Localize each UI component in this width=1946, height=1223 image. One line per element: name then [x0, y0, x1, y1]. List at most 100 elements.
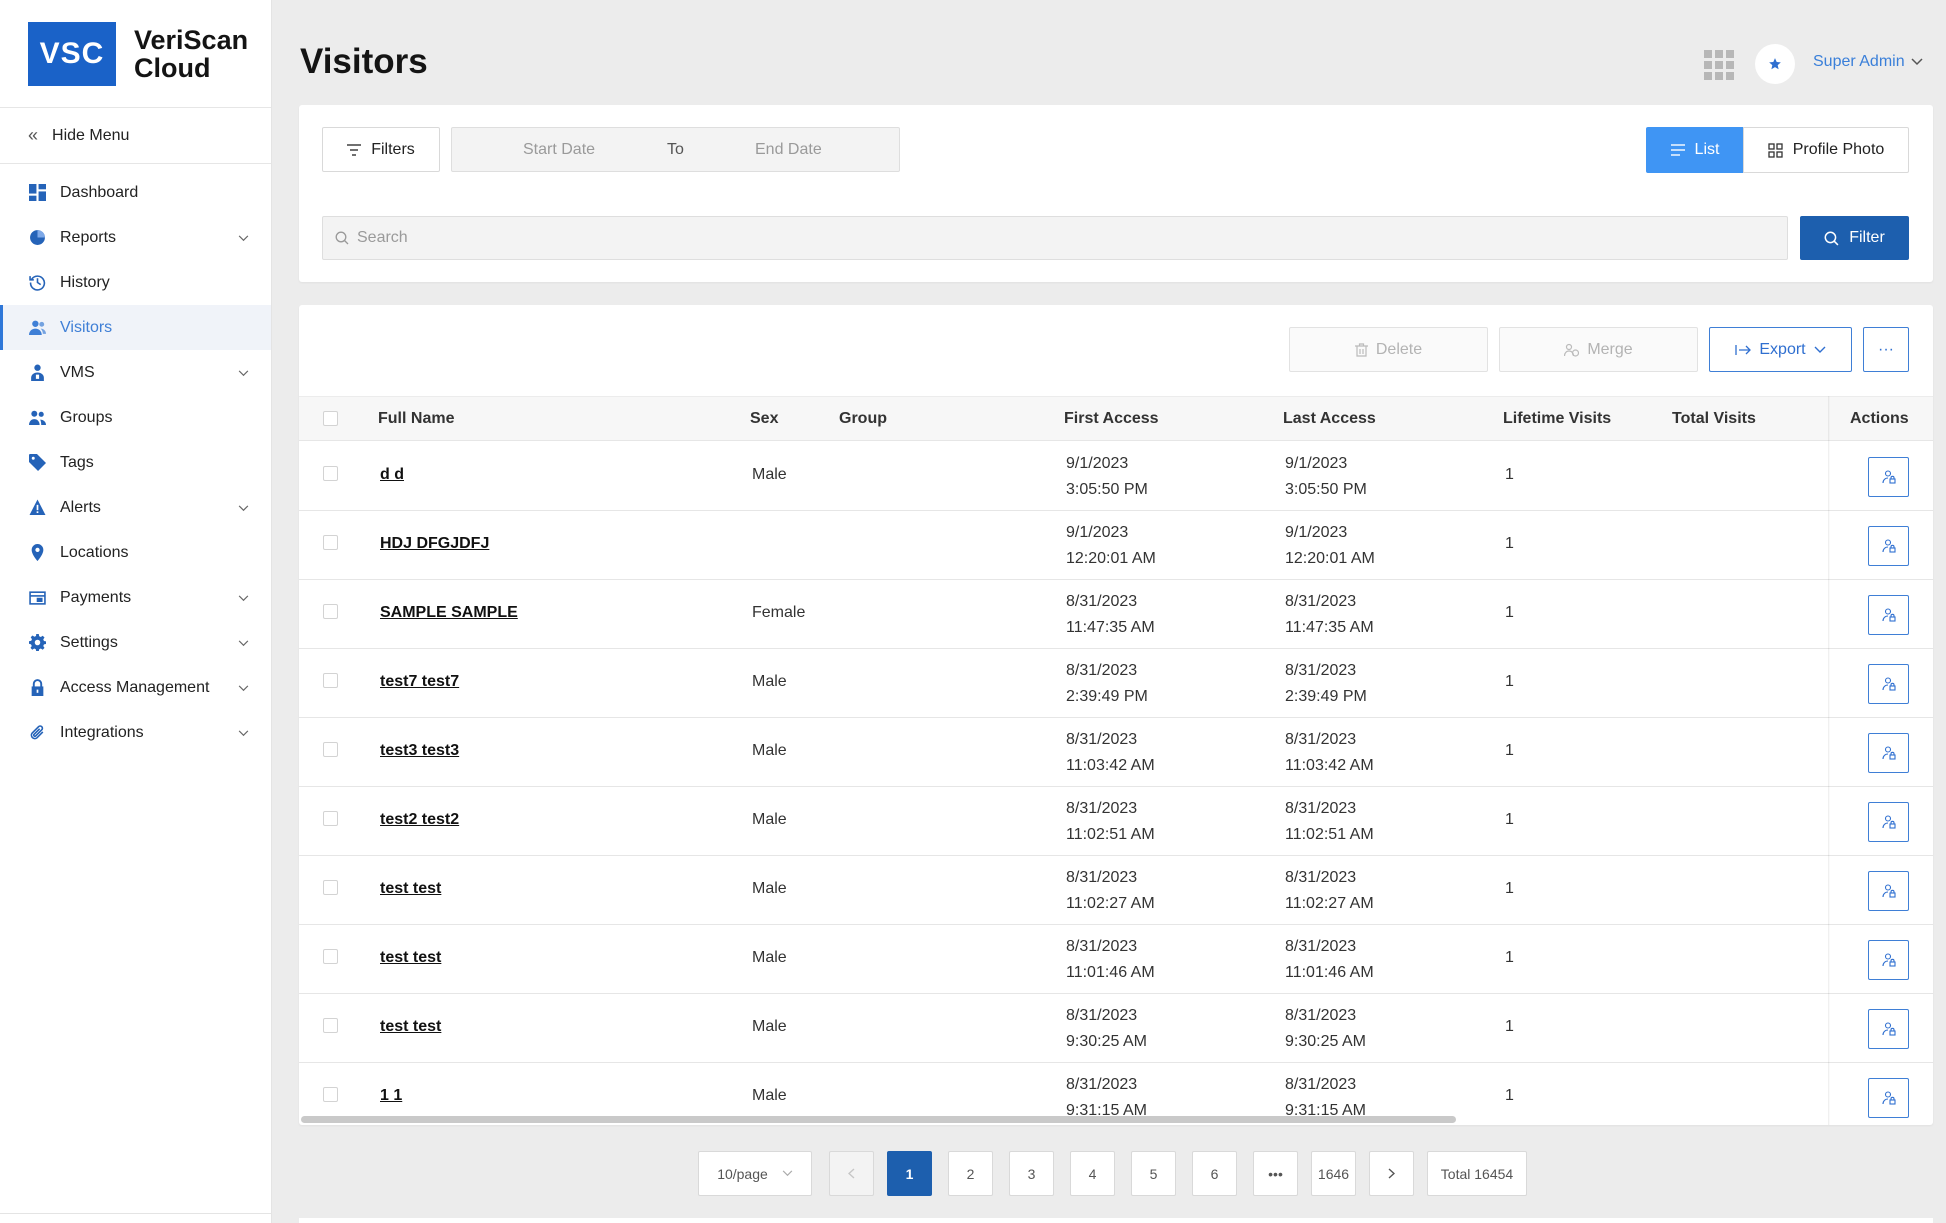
- visitor-name-link[interactable]: d d: [380, 466, 404, 484]
- column-header-total-visits[interactable]: Total Visits: [1672, 410, 1756, 428]
- table-row: HDJ DFGJDFJ 9/1/2023 12:20:01 AM 9/1/2023 12…: [299, 511, 1933, 580]
- merge-button[interactable]: Merge: [1499, 327, 1698, 372]
- row-checkbox[interactable]: [323, 535, 338, 550]
- page-button-2[interactable]: 2: [948, 1151, 993, 1196]
- visitor-name-link[interactable]: test test: [380, 880, 441, 898]
- apps-grid-icon[interactable]: [1704, 50, 1734, 80]
- select-all-checkbox[interactable]: [323, 411, 338, 426]
- page-button-3[interactable]: 3: [1009, 1151, 1054, 1196]
- view-visitor-button[interactable]: [1868, 664, 1909, 704]
- view-visitor-button[interactable]: [1868, 1009, 1909, 1049]
- page-label: 3: [1027, 1165, 1036, 1182]
- view-visitor-button[interactable]: [1868, 733, 1909, 773]
- view-visitor-button[interactable]: [1868, 457, 1909, 497]
- view-visitor-button[interactable]: [1868, 802, 1909, 842]
- user-menu[interactable]: Super Admin: [1813, 53, 1923, 71]
- column-header-last-access[interactable]: Last Access: [1283, 410, 1376, 428]
- sidebar-item-groups[interactable]: Groups: [0, 395, 271, 440]
- pie-chart-icon: [28, 229, 46, 247]
- favorites-button[interactable]: [1755, 44, 1795, 84]
- column-header-lifetime-visits[interactable]: Lifetime Visits: [1503, 410, 1611, 428]
- column-header-full-name[interactable]: Full Name: [378, 410, 454, 428]
- chevron-down-icon: [238, 724, 249, 742]
- start-date-input[interactable]: Start Date: [523, 141, 595, 159]
- row-checkbox[interactable]: [323, 811, 338, 826]
- lifetime-visits-cell: 1: [1505, 742, 1514, 759]
- sidebar-item-payments[interactable]: Payments: [0, 575, 271, 620]
- page-button-1646[interactable]: 1646: [1311, 1151, 1356, 1196]
- sidebar-item-history[interactable]: History: [0, 260, 271, 305]
- current-page-button[interactable]: 1: [887, 1151, 932, 1196]
- search-icon: [1824, 231, 1839, 245]
- search-input[interactable]: Search: [322, 216, 1788, 260]
- sidebar-item-alerts[interactable]: Alerts: [0, 485, 271, 530]
- visitor-name-link[interactable]: SAMPLE SAMPLE: [380, 604, 518, 622]
- table-row: d d Male 9/1/2023 3:05:50 PM 9/1/2023 3:05:50…: [299, 442, 1933, 511]
- prev-page-button[interactable]: [829, 1151, 874, 1196]
- more-actions-button[interactable]: ···: [1863, 327, 1909, 372]
- view-visitor-button[interactable]: [1868, 940, 1909, 980]
- page-button-4[interactable]: 4: [1070, 1151, 1115, 1196]
- user-lock-icon: [1881, 815, 1896, 829]
- date-range-picker[interactable]: Start Date To End Date: [451, 127, 900, 172]
- filter-lines-icon: [347, 143, 362, 156]
- column-header-first-access[interactable]: First Access: [1064, 410, 1159, 428]
- logo[interactable]: VSC VeriScan Cloud: [0, 0, 271, 108]
- visitor-name-link[interactable]: test test: [380, 949, 441, 967]
- view-visitor-button[interactable]: [1868, 526, 1909, 566]
- column-header-sex[interactable]: Sex: [750, 410, 778, 428]
- table-row: test test Male 8/31/2023 9:30:25 AM 8/31/202…: [299, 994, 1933, 1063]
- row-checkbox[interactable]: [323, 1018, 338, 1033]
- next-page-button[interactable]: [1369, 1151, 1414, 1196]
- view-list-button[interactable]: List: [1646, 127, 1744, 173]
- delete-button[interactable]: Delete: [1289, 327, 1488, 372]
- sidebar-item-reports[interactable]: Reports: [0, 215, 271, 260]
- last-access-cell: 8/31/2023 9:30:25 AM: [1285, 1003, 1366, 1055]
- visitor-name-link[interactable]: test2 test2: [380, 811, 459, 829]
- end-date-input[interactable]: End Date: [755, 141, 822, 159]
- chevron-right-icon: [1388, 1168, 1395, 1179]
- hide-menu-button[interactable]: « Hide Menu: [0, 108, 271, 164]
- view-profile-photo-button[interactable]: Profile Photo: [1743, 127, 1909, 173]
- visitor-name-link[interactable]: HDJ DFGJDFJ: [380, 535, 489, 553]
- row-checkbox[interactable]: [323, 880, 338, 895]
- first-access-time: 11:03:42 AM: [1066, 757, 1155, 774]
- row-checkbox[interactable]: [323, 466, 338, 481]
- sidebar-item-settings[interactable]: Settings: [0, 620, 271, 665]
- visitor-name-link[interactable]: test7 test7: [380, 673, 459, 691]
- lifetime-visits-cell: 1: [1505, 949, 1514, 966]
- visitor-name-link[interactable]: 1 1: [380, 1087, 402, 1105]
- view-visitor-button[interactable]: [1868, 871, 1909, 911]
- view-profile-photo-label: Profile Photo: [1792, 141, 1885, 158]
- filter-button[interactable]: Filter: [1800, 216, 1909, 260]
- page-size-select[interactable]: 10/page: [698, 1151, 812, 1196]
- sidebar: VSC VeriScan Cloud « Hide Menu Dashboard…: [0, 0, 272, 1223]
- sidebar-item-vms[interactable]: VMS: [0, 350, 271, 395]
- column-header-group[interactable]: Group: [839, 410, 887, 428]
- sidebar-item-dashboard[interactable]: Dashboard: [0, 170, 271, 215]
- sidebar-item-tags[interactable]: Tags: [0, 440, 271, 485]
- row-checkbox[interactable]: [323, 949, 338, 964]
- view-visitor-button[interactable]: [1868, 595, 1909, 635]
- sidebar-item-integrations[interactable]: Integrations: [0, 710, 271, 755]
- sidebar-item-access-management[interactable]: Access Management: [0, 665, 271, 710]
- page-button-6[interactable]: 6: [1192, 1151, 1237, 1196]
- last-access-date: 8/31/2023: [1285, 800, 1357, 817]
- row-checkbox[interactable]: [323, 1087, 338, 1102]
- view-visitor-button[interactable]: [1868, 1078, 1909, 1118]
- export-dropdown-button[interactable]: Export: [1709, 327, 1852, 372]
- first-access-cell: 8/31/2023 11:02:27 AM: [1066, 865, 1155, 917]
- page-ellipsis[interactable]: •••: [1253, 1151, 1298, 1196]
- row-checkbox[interactable]: [323, 742, 338, 757]
- visitor-name-link[interactable]: test3 test3: [380, 742, 459, 760]
- visitor-name-link[interactable]: test test: [380, 1018, 441, 1036]
- filters-button[interactable]: Filters: [322, 127, 440, 172]
- page-button-5[interactable]: 5: [1131, 1151, 1176, 1196]
- sidebar-item-locations[interactable]: Locations: [0, 530, 271, 575]
- row-checkbox[interactable]: [323, 604, 338, 619]
- sex-cell: Male: [752, 949, 787, 966]
- first-access-cell: 9/1/2023 12:20:01 AM: [1066, 520, 1156, 572]
- horizontal-scrollbar[interactable]: [301, 1116, 1456, 1123]
- sidebar-item-visitors[interactable]: Visitors: [0, 305, 271, 350]
- row-checkbox[interactable]: [323, 673, 338, 688]
